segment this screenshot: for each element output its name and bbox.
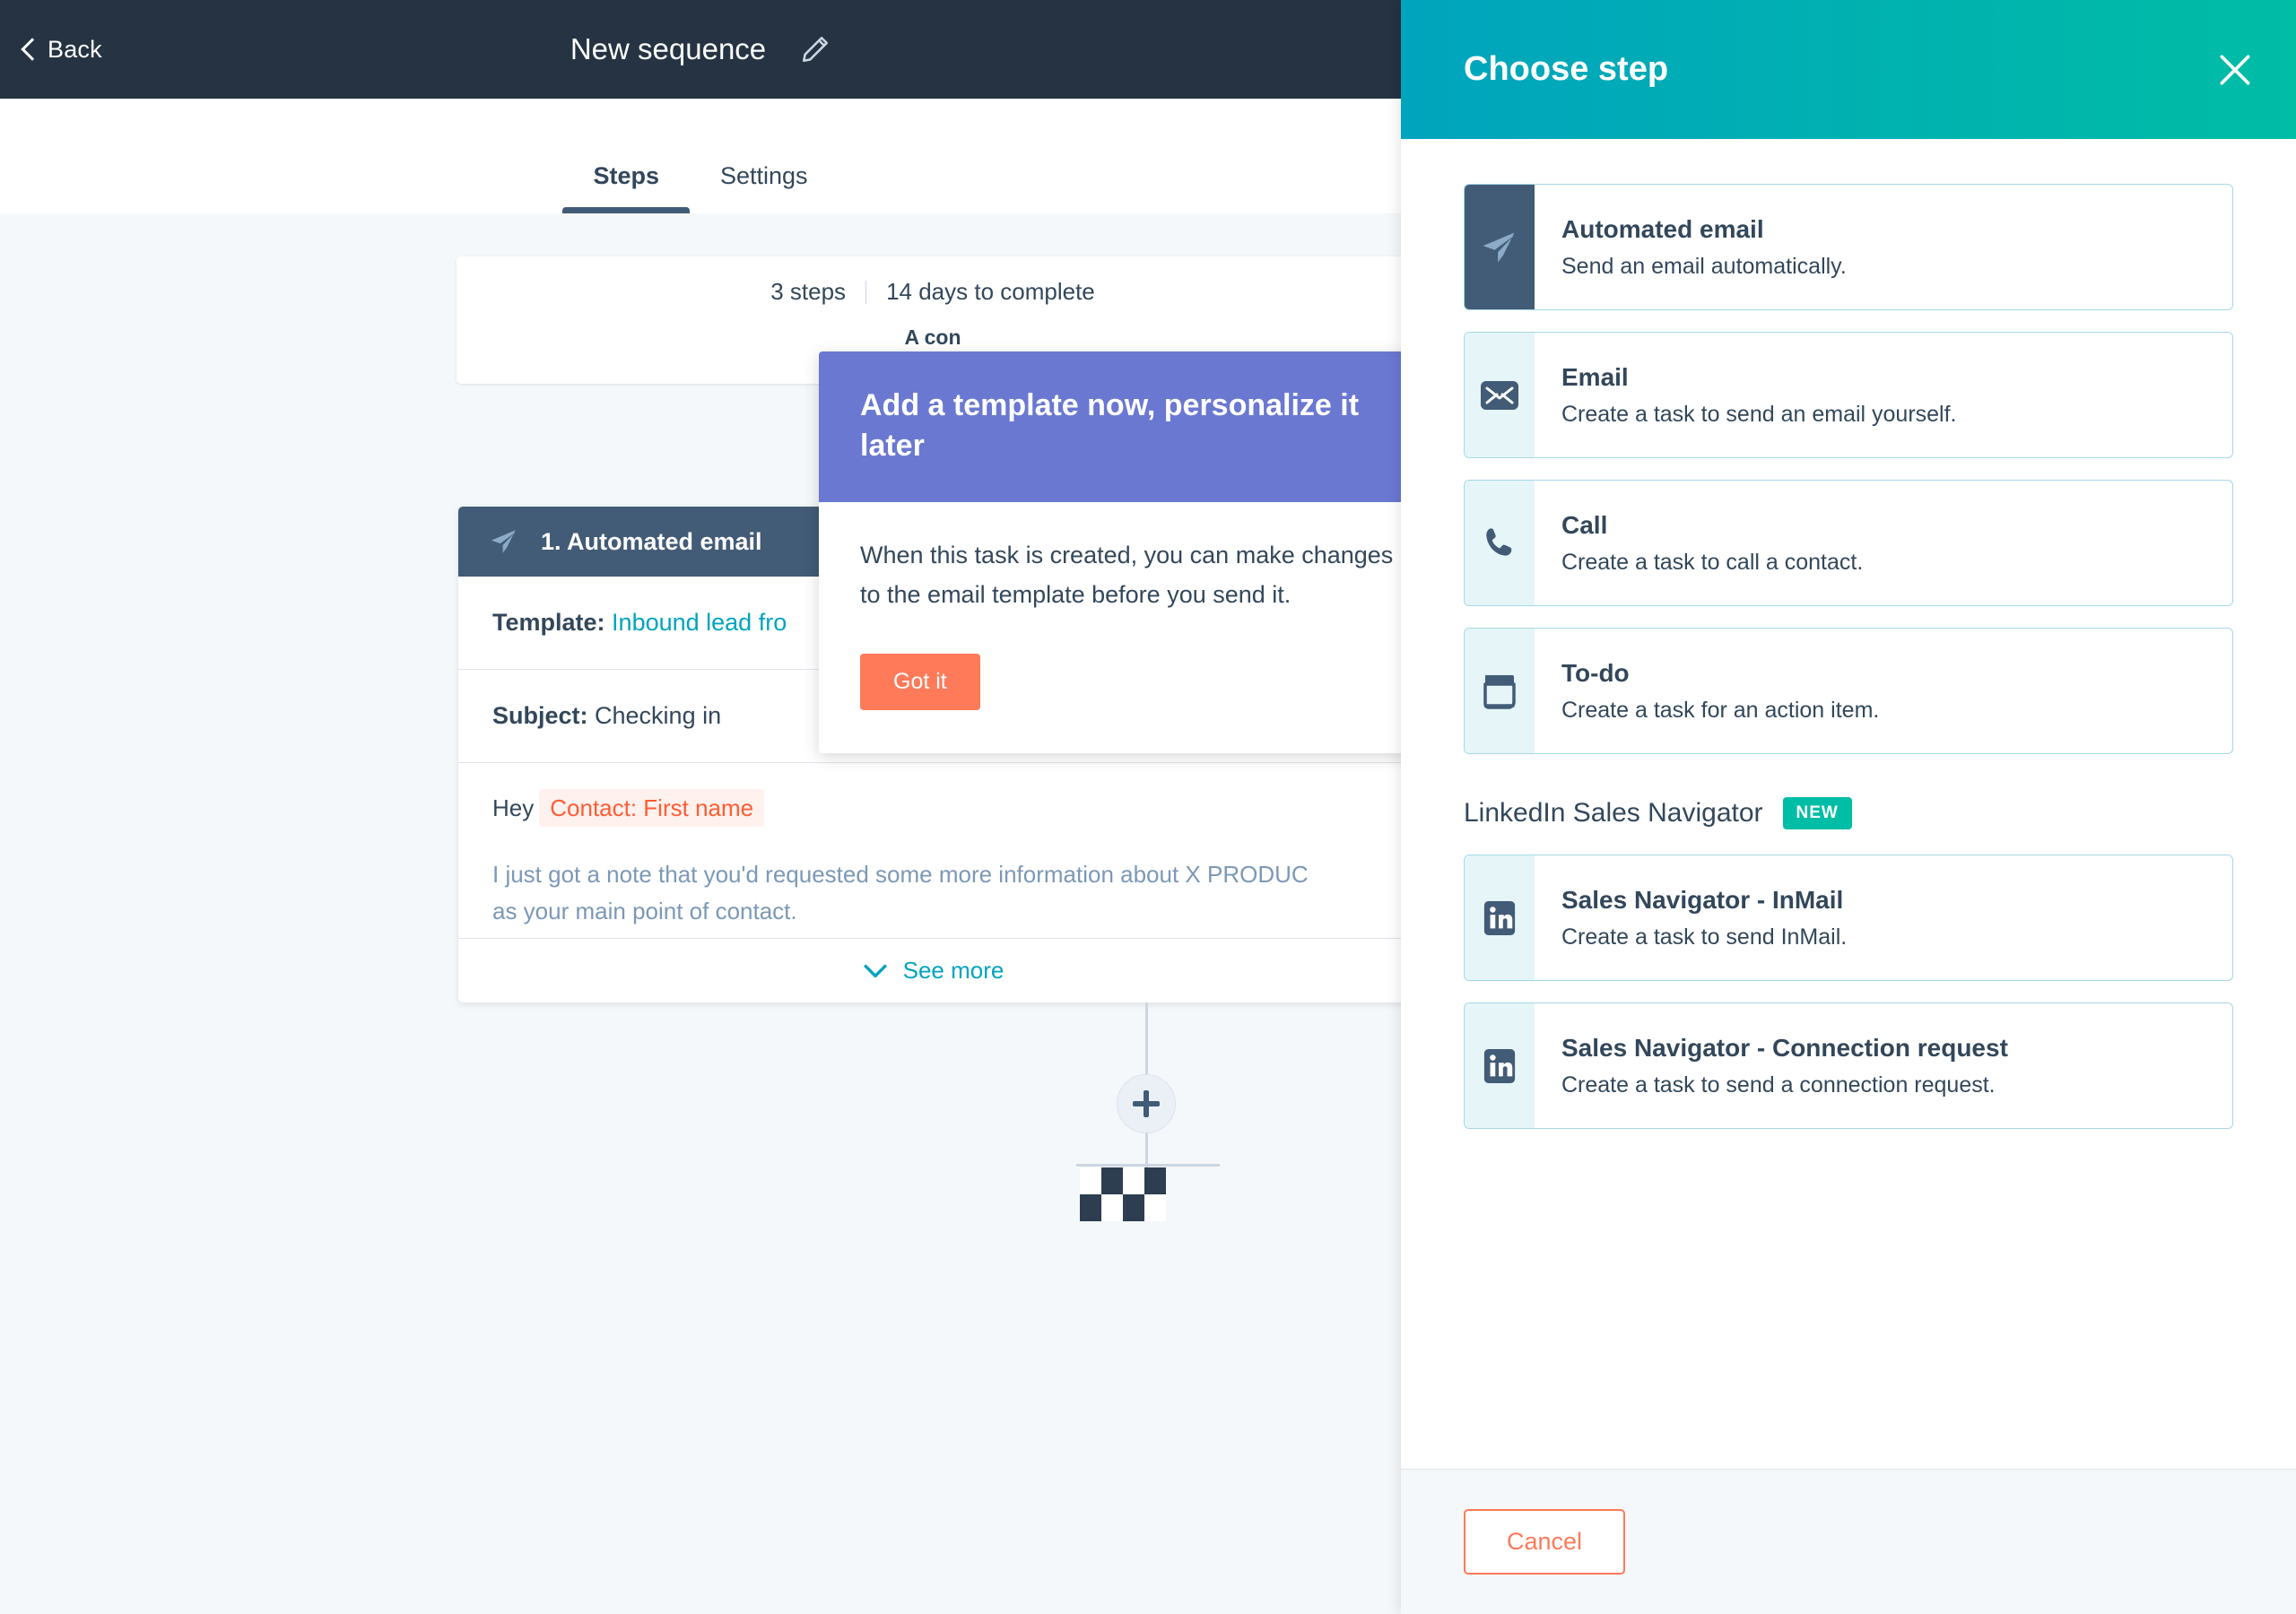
back-button-label: Back <box>48 36 102 64</box>
sequence-editor-area: Back New sequence Steps Settings 3 steps… <box>0 0 1401 1614</box>
option-description: Create a task to call a contact. <box>1561 550 1863 576</box>
sequence-meta: 3 steps 14 days to complete <box>770 278 1095 306</box>
checkered-flag-icon <box>1080 1167 1166 1221</box>
back-button[interactable]: Back <box>22 36 102 64</box>
see-more-label: See more <box>903 957 1004 985</box>
option-text: Sales Navigator - Connection request Cre… <box>1535 1003 2035 1128</box>
tab-bar: Steps Settings <box>0 99 1401 213</box>
panel-options-list[interactable]: Automated email Send an email automatica… <box>1401 139 2296 1469</box>
template-link[interactable]: Inbound lead fro <box>612 609 787 636</box>
email-body-line-2: as your main point of contact. <box>492 893 1375 929</box>
tooltip-text: When this task is created, you can make … <box>860 536 1396 613</box>
option-description: Create a task to send a connection reque… <box>1561 1072 2008 1098</box>
panel-header: Choose step <box>1401 0 2296 139</box>
option-title: Call <box>1561 511 1863 540</box>
pencil-icon[interactable] <box>800 34 831 65</box>
option-title: Automated email <box>1561 215 1847 244</box>
tab-settings[interactable]: Settings <box>690 162 839 213</box>
status-badge-new: NEW <box>1783 797 1852 829</box>
option-title: Sales Navigator - InMail <box>1561 886 1847 915</box>
linkedin-section-header: LinkedIn Sales Navigator NEW <box>1464 797 2233 829</box>
step-option-todo[interactable]: To-do Create a task for an action item. <box>1464 628 2233 754</box>
chevron-down-icon <box>864 964 887 978</box>
cancel-button[interactable]: Cancel <box>1464 1509 1625 1575</box>
option-description: Create a task to send an email yourself. <box>1561 402 1957 428</box>
section-title: LinkedIn Sales Navigator <box>1464 798 1763 829</box>
step-option-sales-navigator-connection-request[interactable]: Sales Navigator - Connection request Cre… <box>1464 1002 2233 1129</box>
template-label: Template: <box>492 609 605 636</box>
panel-title: Choose step <box>1464 50 1668 89</box>
see-more-button[interactable]: See more <box>458 938 1401 1002</box>
subject-label: Subject: <box>492 702 588 729</box>
step-option-email[interactable]: Email Create a task to send an email you… <box>1464 332 2233 458</box>
option-icon-container <box>1465 1003 1535 1128</box>
option-icon-container <box>1465 333 1535 457</box>
app-root: Back New sequence Steps Settings 3 steps… <box>0 0 2296 1614</box>
option-text: Automated email Send an email automatica… <box>1535 185 1874 309</box>
option-icon-container <box>1465 481 1535 605</box>
option-description: Create a task for an action item. <box>1561 698 1879 724</box>
option-title: Email <box>1561 363 1957 392</box>
step-option-call[interactable]: Call Create a task to call a contact. <box>1464 480 2233 606</box>
option-description: Send an email automatically. <box>1561 254 1847 280</box>
email-preview-body: HeyContact: First name I just got a note… <box>458 763 1401 929</box>
sequence-end-rule <box>1076 1164 1220 1167</box>
option-text: Sales Navigator - InMail Create a task t… <box>1535 855 1874 980</box>
subject-value: Checking in <box>595 702 721 729</box>
steps-count: 3 steps <box>770 278 846 306</box>
onboarding-tooltip: Add a template now, personalize it later… <box>819 351 1401 753</box>
tooltip-header: Add a template now, personalize it later <box>819 351 1401 502</box>
plus-icon <box>1133 1090 1160 1117</box>
email-body-line-1: I just got a note that you'd requested s… <box>492 856 1375 892</box>
meta-divider <box>865 281 866 304</box>
option-icon-container <box>1465 185 1535 309</box>
step-card-title: 1. Automated email <box>541 528 762 556</box>
paper-plane-icon <box>1480 228 1519 267</box>
option-title: Sales Navigator - Connection request <box>1561 1034 2008 1063</box>
tooltip-title: Add a template now, personalize it later <box>860 386 1396 466</box>
paper-plane-icon <box>489 526 519 557</box>
got-it-button[interactable]: Got it <box>860 654 980 710</box>
step-option-automated-email[interactable]: Automated email Send an email automatica… <box>1464 184 2233 310</box>
todo-notebook-icon <box>1482 672 1518 711</box>
option-text: Email Create a task to send an email you… <box>1535 333 1984 457</box>
tab-steps[interactable]: Steps <box>562 162 690 213</box>
option-icon-container <box>1465 855 1535 980</box>
linkedin-icon <box>1483 899 1517 937</box>
duration-label: 14 days to complete <box>886 278 1095 306</box>
choose-step-panel: Choose step Automated email <box>1401 0 2296 1614</box>
email-greeting-line: HeyContact: First name <box>492 790 1375 826</box>
personalization-token[interactable]: Contact: First name <box>539 789 764 827</box>
option-icon-container <box>1465 629 1535 753</box>
tooltip-body: When this task is created, you can make … <box>819 502 1401 709</box>
panel-footer: Cancel <box>1401 1469 2296 1614</box>
close-icon[interactable] <box>2215 50 2255 90</box>
option-description: Create a task to send InMail. <box>1561 924 1847 950</box>
sequence-subtitle: A con <box>457 325 1401 350</box>
chevron-left-icon <box>22 38 35 61</box>
add-step-button[interactable] <box>1117 1074 1176 1133</box>
option-title: To-do <box>1561 659 1879 688</box>
phone-icon <box>1481 525 1518 562</box>
top-navigation-bar: Back <box>0 0 1401 99</box>
envelope-icon <box>1480 380 1519 411</box>
step-option-sales-navigator-inmail[interactable]: Sales Navigator - InMail Create a task t… <box>1464 855 2233 981</box>
option-text: To-do Create a task for an action item. <box>1535 629 1906 753</box>
linkedin-icon <box>1483 1047 1517 1085</box>
greeting-text: Hey <box>492 794 534 821</box>
option-text: Call Create a task to call a contact. <box>1535 481 1890 605</box>
